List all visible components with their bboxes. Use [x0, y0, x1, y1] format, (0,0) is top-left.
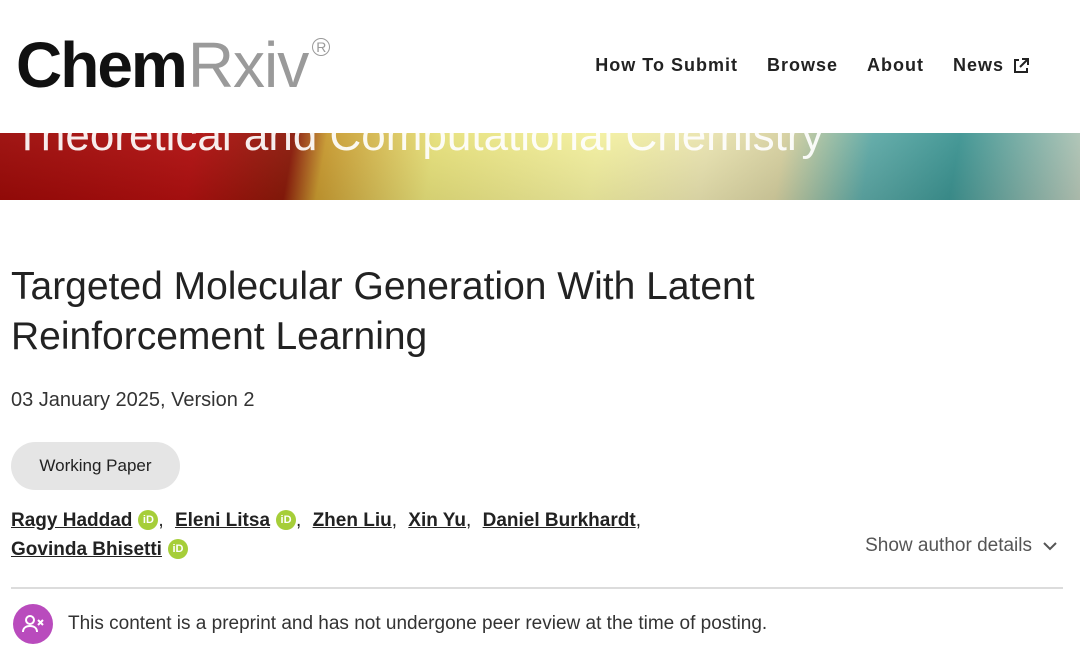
- author-link[interactable]: Zhen Liu: [313, 510, 392, 531]
- author-link[interactable]: Govinda Bhisetti: [11, 539, 162, 560]
- category-banner: Theoretical and Computational Chemistry: [0, 133, 1080, 200]
- author-separator: ,: [635, 510, 641, 531]
- author-link[interactable]: Daniel Burkhardt: [483, 510, 636, 531]
- show-author-details-label: Show author details: [865, 535, 1032, 556]
- author-separator: ,: [391, 510, 398, 531]
- author-link[interactable]: Eleni Litsa: [175, 510, 270, 531]
- author-separator: ,: [296, 510, 302, 531]
- paper-type-badge: Working Paper: [11, 442, 180, 490]
- nav-browse[interactable]: Browse: [767, 55, 838, 76]
- author-separator: ,: [466, 510, 472, 531]
- preprint-notice-text: This content is a preprint and has not u…: [68, 613, 768, 634]
- external-link-icon: [1014, 57, 1029, 73]
- divider: [11, 587, 1063, 589]
- nav-about[interactable]: About: [867, 55, 924, 76]
- show-author-details-toggle[interactable]: Show author details: [865, 535, 1058, 557]
- main-nav: How To Submit Browse About News: [566, 55, 1030, 76]
- author-link[interactable]: Xin Yu: [408, 510, 466, 531]
- site-header: Chem Rxiv R How To Submit Browse About N…: [0, 0, 1080, 133]
- orcid-icon[interactable]: iD: [167, 539, 188, 559]
- author-separator: ,: [158, 510, 164, 531]
- user-x-icon: [13, 604, 53, 644]
- logo-rxiv-text: Rxiv: [187, 29, 309, 101]
- publication-date: 03 January 2025, Version 2: [11, 389, 255, 411]
- chemrxiv-logo[interactable]: Chem Rxiv R: [16, 29, 331, 101]
- author-list: Ragy Haddad iD, Eleni Litsa iD, Zhen Liu, …: [11, 506, 711, 564]
- paper-title: Targeted Molecular Generation With Laten…: [11, 265, 755, 358]
- author-link[interactable]: Ragy Haddad: [11, 510, 132, 531]
- chevron-down-icon: [1043, 542, 1057, 551]
- banner-category-title: Theoretical and Computational Chemistry: [14, 133, 824, 160]
- nav-news-label: News: [952, 55, 1004, 75]
- nav-how-to-submit[interactable]: How To Submit: [595, 55, 738, 76]
- nav-news[interactable]: News: [953, 55, 1030, 76]
- registered-mark: R: [312, 38, 331, 56]
- logo-chem-text: Chem: [16, 29, 188, 101]
- preprint-notice: This content is a preprint and has not u…: [13, 604, 767, 644]
- orcid-icon[interactable]: iD: [138, 510, 159, 530]
- orcid-icon[interactable]: iD: [276, 510, 297, 530]
- article-header: Targeted Molecular Generation With Laten…: [11, 262, 1071, 362]
